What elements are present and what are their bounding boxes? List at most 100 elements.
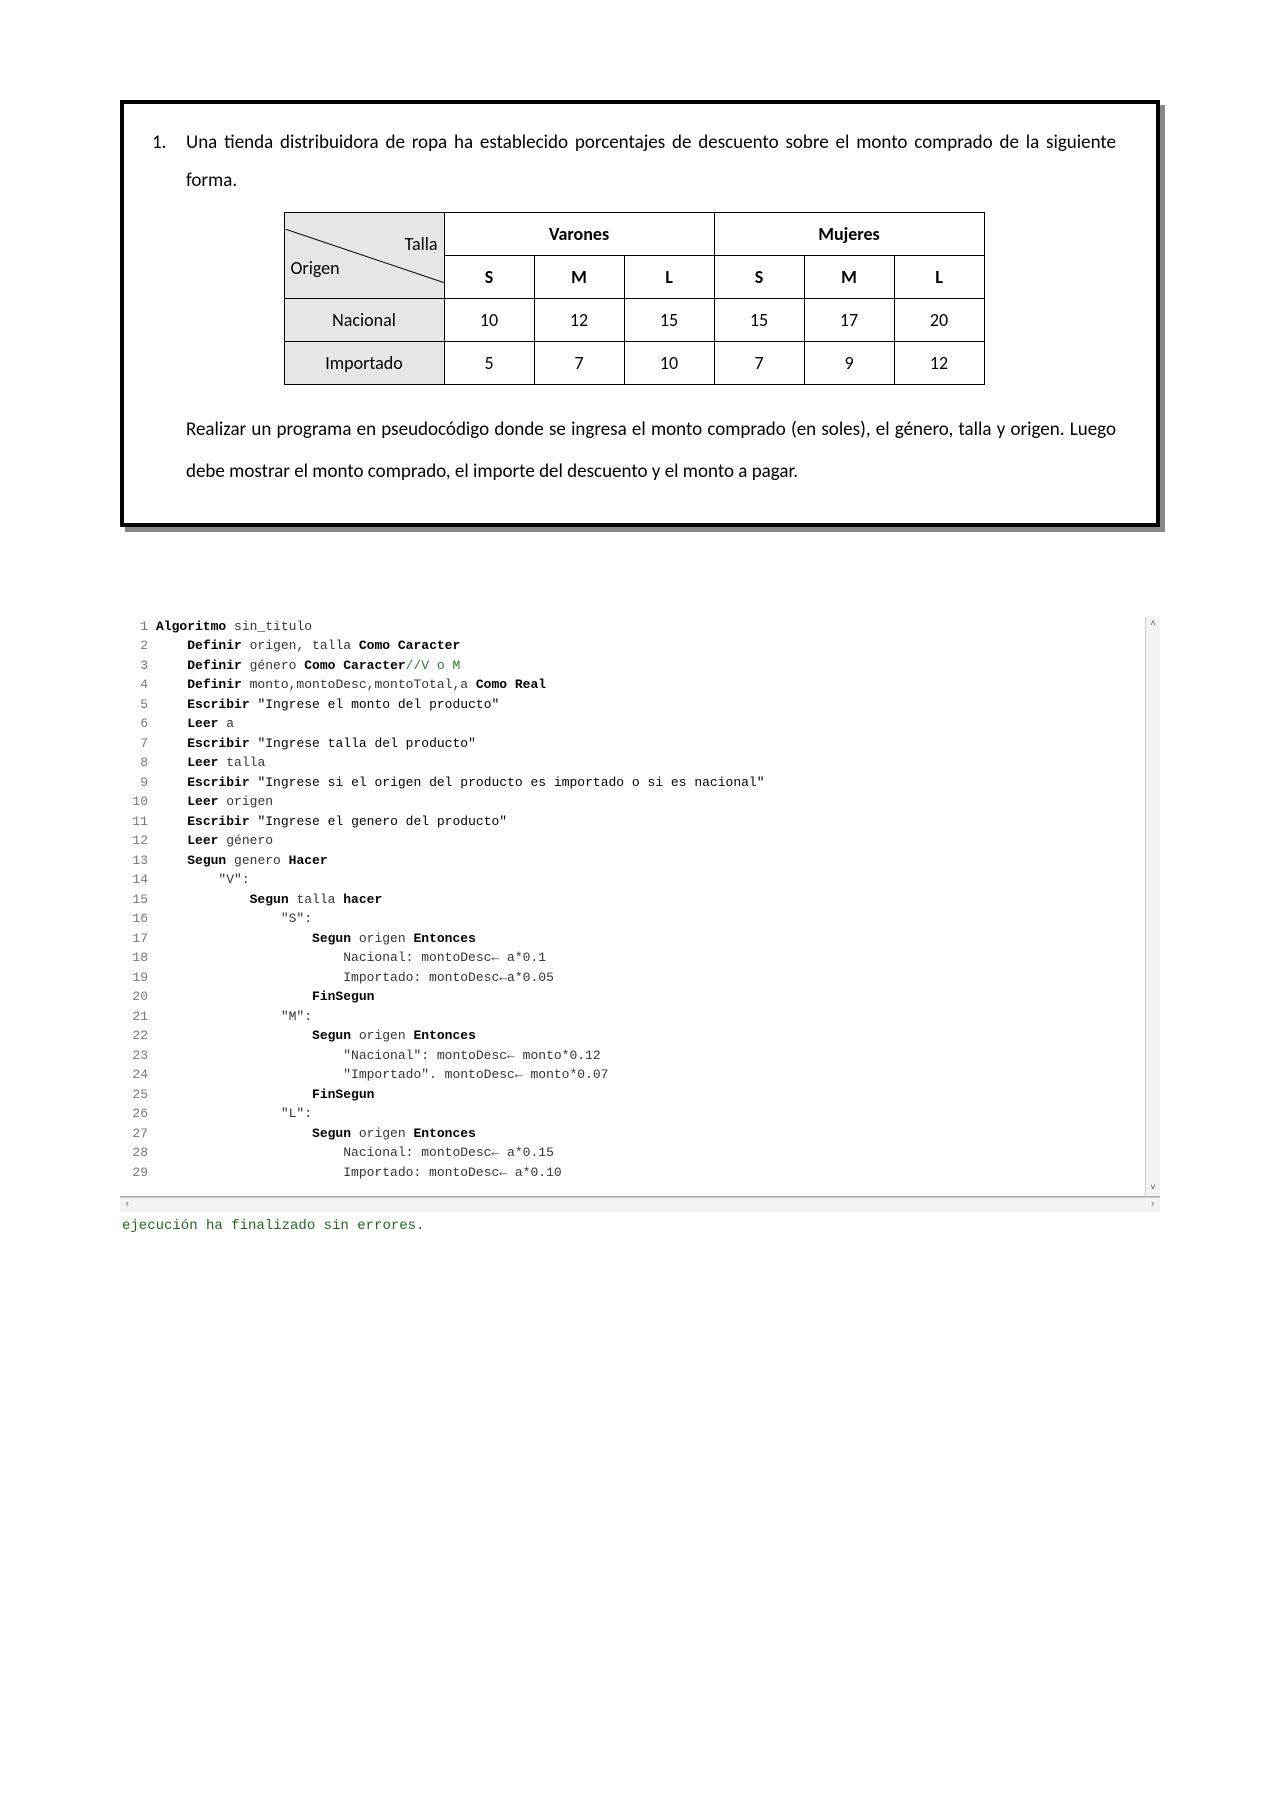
- code-line[interactable]: Nacional: montoDesc← a*0.1: [156, 948, 1160, 968]
- size-col: M: [804, 256, 894, 299]
- code-line[interactable]: Definir origen, talla Como Caracter: [156, 636, 1160, 656]
- table-cell: 5: [444, 342, 534, 385]
- line-number: 10: [120, 792, 148, 812]
- line-number: 3: [120, 656, 148, 676]
- line-number: 6: [120, 714, 148, 734]
- table-cell: 17: [804, 299, 894, 342]
- line-number: 8: [120, 753, 148, 773]
- line-number: 22: [120, 1026, 148, 1046]
- code-lines[interactable]: Algoritmo sin_titulo Definir origen, tal…: [156, 617, 1160, 1183]
- table-cell: 20: [894, 299, 984, 342]
- code-line[interactable]: "L":: [156, 1104, 1160, 1124]
- table-corner-cell: Talla Origen: [284, 213, 444, 299]
- table-cell: 12: [894, 342, 984, 385]
- code-line[interactable]: Segun talla hacer: [156, 890, 1160, 910]
- line-number: 5: [120, 695, 148, 715]
- code-line[interactable]: "M":: [156, 1007, 1160, 1027]
- line-number: 21: [120, 1007, 148, 1027]
- exercise-block: 1. Una tienda distribuidora de ropa ha e…: [120, 100, 1160, 527]
- code-line[interactable]: Segun origen Entonces: [156, 929, 1160, 949]
- discount-table: Talla Origen Varones Mujeres S M L S M: [284, 212, 985, 385]
- code-line[interactable]: Leer origen: [156, 792, 1160, 812]
- vertical-scrollbar[interactable]: ˄ ˅: [1145, 617, 1160, 1196]
- line-number: 12: [120, 831, 148, 851]
- table-cell: 9: [804, 342, 894, 385]
- line-number: 20: [120, 987, 148, 1007]
- line-number-gutter: 1234567891011121314151617181920212223242…: [120, 617, 156, 1183]
- document-page: 1. Una tienda distribuidora de ropa ha e…: [0, 0, 1280, 1811]
- line-number: 16: [120, 909, 148, 929]
- table-cell: 10: [444, 299, 534, 342]
- scroll-down-icon[interactable]: ˅: [1146, 1181, 1161, 1196]
- code-line[interactable]: FinSegun: [156, 987, 1160, 1007]
- table-cell: 15: [624, 299, 714, 342]
- exercise-prompt: 1. Una tienda distribuidora de ropa ha e…: [152, 124, 1116, 200]
- size-col: S: [714, 256, 804, 299]
- code-line[interactable]: "Nacional": montoDesc← monto*0.12: [156, 1046, 1160, 1066]
- size-col: L: [894, 256, 984, 299]
- code-line[interactable]: "V":: [156, 870, 1160, 890]
- line-number: 13: [120, 851, 148, 871]
- line-number: 9: [120, 773, 148, 793]
- line-number: 23: [120, 1046, 148, 1066]
- scroll-left-icon[interactable]: ‹: [120, 1197, 135, 1212]
- table-row: Importado 5 7 10 7 9 12: [284, 342, 984, 385]
- header-varones: Varones: [444, 213, 714, 256]
- size-col: S: [444, 256, 534, 299]
- scroll-up-icon[interactable]: ˄: [1146, 617, 1161, 632]
- line-number: 17: [120, 929, 148, 949]
- code-line[interactable]: "S":: [156, 909, 1160, 929]
- code-line[interactable]: Escribir "Ingrese el monto del producto": [156, 695, 1160, 715]
- code-line[interactable]: FinSegun: [156, 1085, 1160, 1105]
- line-number: 28: [120, 1143, 148, 1163]
- code-line[interactable]: Algoritmo sin_titulo: [156, 617, 1160, 637]
- code-editor: 1234567891011121314151617181920212223242…: [120, 617, 1160, 1237]
- line-number: 4: [120, 675, 148, 695]
- line-number: 15: [120, 890, 148, 910]
- code-line[interactable]: Escribir "Ingrese si el origen del produ…: [156, 773, 1160, 793]
- code-line[interactable]: Definir monto,montoDesc,montoTotal,a Com…: [156, 675, 1160, 695]
- discount-table-wrapper: Talla Origen Varones Mujeres S M L S M: [152, 212, 1116, 385]
- code-line[interactable]: Segun origen Entonces: [156, 1124, 1160, 1144]
- code-line[interactable]: Escribir "Ingrese el genero del producto…: [156, 812, 1160, 832]
- line-number: 29: [120, 1163, 148, 1183]
- scroll-right-icon[interactable]: ›: [1145, 1197, 1160, 1212]
- code-line[interactable]: Nacional: montoDesc← a*0.15: [156, 1143, 1160, 1163]
- table-cell: 7: [534, 342, 624, 385]
- code-line[interactable]: "Importado". montoDesc← monto*0.07: [156, 1065, 1160, 1085]
- table-cell: 10: [624, 342, 714, 385]
- line-number: 24: [120, 1065, 148, 1085]
- row-label: Nacional: [284, 299, 444, 342]
- line-number: 14: [120, 870, 148, 890]
- row-label: Importado: [284, 342, 444, 385]
- corner-label-bottom: Origen: [291, 257, 340, 279]
- code-line[interactable]: Definir género Como Caracter//V o M: [156, 656, 1160, 676]
- code-line[interactable]: Leer talla: [156, 753, 1160, 773]
- line-number: 27: [120, 1124, 148, 1144]
- line-number: 18: [120, 948, 148, 968]
- size-col: M: [534, 256, 624, 299]
- header-mujeres: Mujeres: [714, 213, 984, 256]
- size-col: L: [624, 256, 714, 299]
- code-viewport[interactable]: 1234567891011121314151617181920212223242…: [120, 617, 1160, 1197]
- code-line[interactable]: Importado: montoDesc←a*0.05: [156, 968, 1160, 988]
- code-line[interactable]: Escribir "Ingrese talla del producto": [156, 734, 1160, 754]
- table-cell: 7: [714, 342, 804, 385]
- table-cell: 15: [714, 299, 804, 342]
- corner-label-top: Talla: [405, 233, 438, 255]
- code-line[interactable]: Leer género: [156, 831, 1160, 851]
- code-line[interactable]: Segun origen Entonces: [156, 1026, 1160, 1046]
- table-row: Nacional 10 12 15 15 17 20: [284, 299, 984, 342]
- exercise-number: 1.: [152, 124, 186, 200]
- table-cell: 12: [534, 299, 624, 342]
- line-number: 25: [120, 1085, 148, 1105]
- line-number: 26: [120, 1104, 148, 1124]
- line-number: 11: [120, 812, 148, 832]
- code-line[interactable]: Importado: montoDesc← a*0.10: [156, 1163, 1160, 1183]
- code-line[interactable]: Segun genero Hacer: [156, 851, 1160, 871]
- line-number: 19: [120, 968, 148, 988]
- status-message: ejecución ha finalizado sin errores.: [120, 1212, 1160, 1237]
- line-number: 7: [120, 734, 148, 754]
- code-line[interactable]: Leer a: [156, 714, 1160, 734]
- horizontal-scrollbar[interactable]: ‹ ›: [120, 1197, 1160, 1212]
